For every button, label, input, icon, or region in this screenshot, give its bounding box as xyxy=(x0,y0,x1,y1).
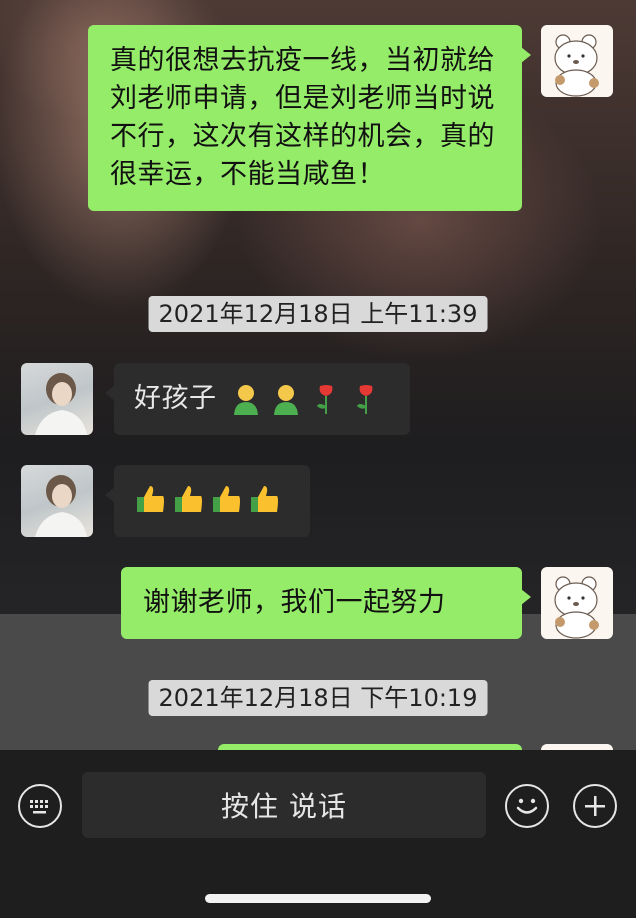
thumbs-up-emoji-icon xyxy=(213,486,240,512)
bear-avatar-icon xyxy=(554,34,599,97)
thumbs-up-emoji-icon xyxy=(137,486,164,512)
keyboard-button[interactable] xyxy=(18,784,62,828)
message-bubble-outgoing[interactable]: 真的很想去抗疫一线，当初就给刘老师申请，但是刘老师当时说不行，这次有这样的机会，… xyxy=(88,25,531,211)
my-avatar[interactable] xyxy=(541,567,613,639)
my-avatar[interactable] xyxy=(541,25,613,97)
person-emoji-icon xyxy=(273,385,298,415)
bear-avatar-icon xyxy=(554,576,599,639)
thumbs-up-emoji-icon xyxy=(251,486,278,512)
plus-icon xyxy=(584,795,605,816)
emoji-button[interactable] xyxy=(505,784,549,828)
contact-photo-icon xyxy=(35,475,87,537)
timestamp: 2021年12月18日 下午10:19 xyxy=(148,680,488,716)
message-text: 谢谢老师，我们一起努力 xyxy=(143,587,446,618)
person-emoji-icon xyxy=(233,385,258,415)
rose-emoji-icon xyxy=(316,385,332,414)
message-bubble-incoming[interactable] xyxy=(105,465,310,537)
more-button[interactable] xyxy=(573,784,617,828)
thumbs-up-emoji-icon xyxy=(175,486,202,512)
message-text: 好孩子 xyxy=(134,383,217,414)
emoji-icon xyxy=(516,798,537,814)
timestamp: 2021年12月18日 上午11:39 xyxy=(148,296,488,332)
keyboard-icon xyxy=(29,799,48,813)
contact-avatar[interactable] xyxy=(21,363,93,435)
contact-avatar[interactable] xyxy=(21,465,93,537)
message-bubble-incoming[interactable]: 好孩子 xyxy=(105,363,410,435)
hold-to-talk-button[interactable]: 按住 说话 xyxy=(82,772,486,838)
rose-emoji-icon xyxy=(356,385,372,414)
home-indicator[interactable] xyxy=(205,894,431,903)
input-bar: 按住 说话 xyxy=(0,750,636,918)
contact-photo-icon xyxy=(35,373,87,435)
message-bubble-outgoing[interactable]: 谢谢老师，我们一起努力 xyxy=(121,567,531,639)
message-text: 真的很想去抗疫一线，当初就给刘老师申请，但是刘老师当时说不行，这次有这样的机会，… xyxy=(110,45,495,190)
